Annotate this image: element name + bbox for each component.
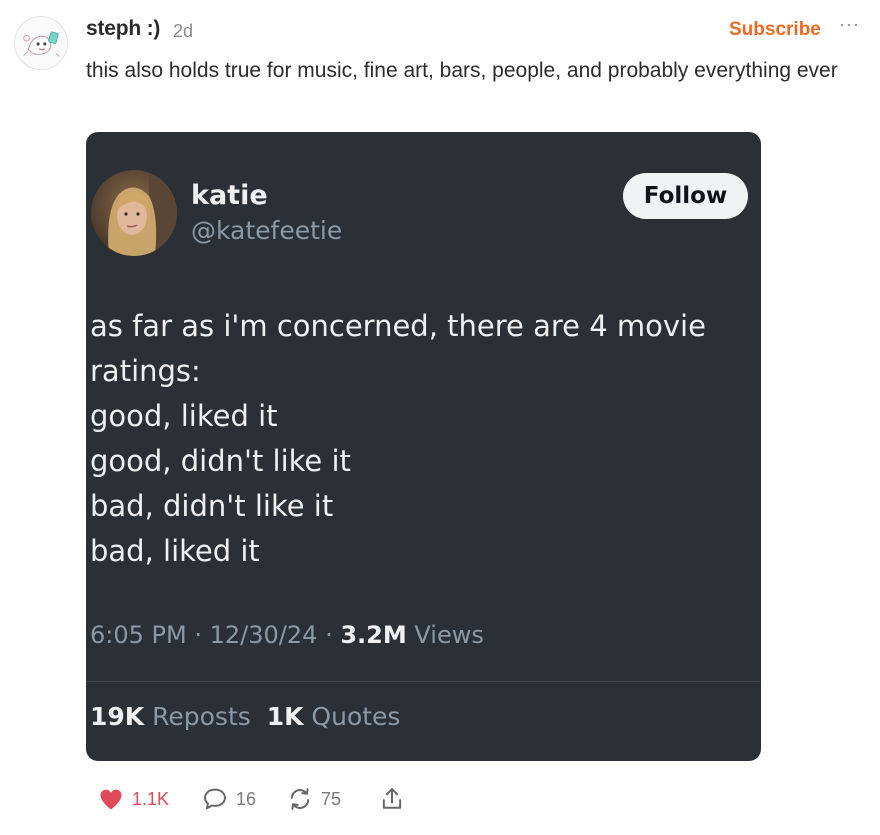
tweet-quotes-count: 1K: [266, 702, 304, 731]
comment-bubble-icon: [204, 788, 226, 810]
tweet-line: bad, liked it: [90, 534, 260, 568]
tweet-line: ratings:: [90, 354, 201, 388]
restack-icon: [290, 788, 310, 810]
note-post: steph :) 2d Subscribe ··· this also hold…: [0, 0, 880, 835]
restack-button[interactable]: 75: [286, 784, 341, 814]
share-button[interactable]: [378, 784, 406, 814]
author-name[interactable]: steph :): [86, 17, 160, 41]
share-icon: [382, 788, 402, 809]
meta-separator: ·: [194, 621, 202, 649]
tweet-body: as far as i'm concerned, there are 4 mov…: [90, 304, 750, 574]
meta-separator: ·: [325, 621, 333, 649]
heart-icon: [100, 789, 122, 810]
tweet-reposts-count: 19K: [90, 702, 145, 731]
post-timestamp: 2d: [173, 21, 194, 41]
subscribe-button[interactable]: Subscribe: [729, 19, 821, 41]
tweet-line: good, liked it: [90, 399, 278, 433]
tweet-meta: 6:05 PM · 12/30/24 · 3.2M Views: [90, 621, 484, 649]
like-count: 1.1K: [132, 788, 170, 809]
tweet-date: 12/30/24: [209, 621, 318, 649]
tweet-views-count: 3.2M: [340, 621, 407, 649]
tweet-divider: [86, 681, 761, 682]
tweet-stats: 19K Reposts 1K Quotes: [90, 702, 400, 731]
more-options-icon[interactable]: ···: [839, 14, 860, 35]
tweet-author-name: katie: [191, 180, 268, 211]
tweet-author-avatar: [91, 170, 177, 256]
tweet-line: bad, didn't like it: [90, 489, 334, 523]
restack-count: 75: [321, 788, 342, 809]
comment-button[interactable]: 16: [201, 784, 256, 814]
tweet-author-handle: @katefeetie: [191, 216, 343, 245]
tweet-views-label: Views: [414, 621, 484, 649]
tweet-line: as far as i'm concerned, there are 4 mov…: [90, 309, 706, 343]
comment-count: 16: [236, 788, 257, 809]
tweet-quotes-label: Quotes: [311, 702, 401, 731]
tweet-line: good, didn't like it: [90, 444, 351, 478]
tweet-time: 6:05 PM: [90, 621, 187, 649]
embedded-tweet-image[interactable]: katie @katefeetie Follow as far as i'm c…: [86, 132, 761, 761]
tweet-reposts-label: Reposts: [152, 702, 251, 731]
tweet-follow-button: Follow: [623, 173, 748, 219]
like-button[interactable]: 1.1K: [97, 784, 169, 814]
note-text: this also holds true for music, fine art…: [86, 59, 838, 82]
doodle-avatar-icon: [15, 17, 67, 69]
author-avatar[interactable]: [14, 16, 68, 70]
